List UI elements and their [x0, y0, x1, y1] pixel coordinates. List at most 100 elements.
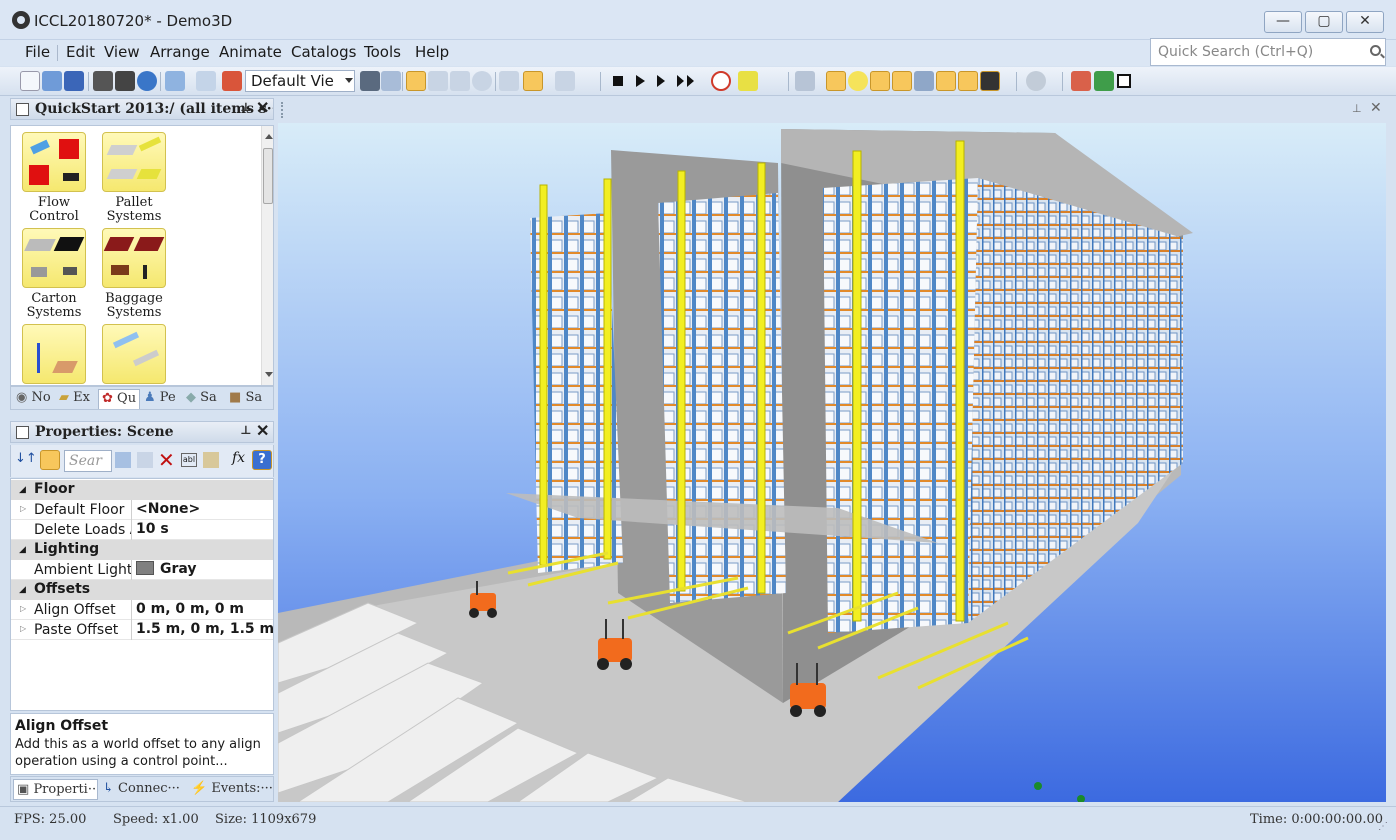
menu-animate[interactable]: Animate: [215, 42, 286, 62]
sort-icon[interactable]: ↓↑: [15, 451, 37, 466]
categorized-icon[interactable]: [40, 450, 60, 470]
search-icon[interactable]: [1370, 45, 1381, 56]
property-align-offset[interactable]: ▷ Align Offset 0 m, 0 m, 0 m: [11, 600, 273, 620]
edit-script-icon[interactable]: [196, 71, 216, 91]
quick-search-input[interactable]: Quick Search (Ctrl+Q): [1150, 38, 1386, 66]
save-icon[interactable]: [64, 71, 84, 91]
fast-forward-icon[interactable]: [674, 71, 694, 91]
run-script-icon[interactable]: [826, 71, 846, 91]
move-icon[interactable]: [428, 71, 448, 91]
step-icon[interactable]: [652, 71, 672, 91]
play-icon[interactable]: [630, 71, 650, 91]
menu-edit[interactable]: Edit: [62, 42, 99, 62]
default-floor-value[interactable]: <None>: [131, 500, 273, 520]
eyedropper-icon[interactable]: [1094, 71, 1114, 91]
clapperboard-icon[interactable]: [93, 71, 113, 91]
tab-quickstart[interactable]: ✿ Qu: [98, 389, 141, 409]
tab-events[interactable]: ⚡ Events:···: [188, 779, 272, 800]
tab-samples-2[interactable]: ■ Sa: [226, 389, 265, 409]
catalog-item-5[interactable]: [13, 324, 95, 385]
menu-view[interactable]: View: [100, 42, 144, 62]
align-offset-value[interactable]: 0 m, 0 m, 0 m: [131, 600, 273, 620]
pen-tool-icon[interactable]: [381, 71, 401, 91]
close-icon[interactable]: ✕: [1370, 100, 1382, 116]
menu-catalogs[interactable]: Catalogs: [287, 42, 360, 62]
property-delete-loads[interactable]: Delete Loads A 10 s: [11, 520, 273, 540]
eraser-icon[interactable]: [738, 71, 758, 91]
category-lighting[interactable]: ◢ Lighting: [11, 540, 273, 560]
function-icon[interactable]: fx: [232, 450, 245, 466]
view-select[interactable]: Default Vie: [245, 70, 355, 92]
catalog-scrollbar[interactable]: [261, 126, 273, 385]
paste-offset-value[interactable]: 1.5 m, 0 m, 1.5 m: [131, 620, 273, 640]
resize-grip-icon[interactable]: ⋰: [1378, 821, 1388, 832]
connector-b-icon[interactable]: [892, 71, 912, 91]
property-pages-icon[interactable]: [115, 452, 131, 468]
tab-samples-1[interactable]: ◆ Sa: [183, 389, 220, 409]
rectangle-icon[interactable]: [1117, 74, 1131, 88]
warehouse-scene[interactable]: [278, 123, 1386, 802]
property-default-floor[interactable]: ▷ Default Floor <None>: [11, 500, 273, 520]
loader-icon[interactable]: [958, 71, 978, 91]
tab-people[interactable]: ♟ Pe: [141, 389, 179, 409]
text-field-icon[interactable]: abl: [181, 453, 197, 467]
expand-icon[interactable]: ▷: [20, 504, 26, 513]
help-icon[interactable]: ?: [252, 450, 272, 470]
category-floor[interactable]: ◢ Floor: [11, 480, 273, 500]
minimize-button[interactable]: —: [1264, 11, 1302, 33]
catalog-item-baggage-systems[interactable]: Baggage Systems: [93, 228, 175, 320]
close-icon[interactable]: ✕: [256, 99, 269, 117]
binoculars-icon[interactable]: [360, 71, 380, 91]
connector-a-icon[interactable]: [870, 71, 890, 91]
property-paste-offset[interactable]: ▷ Paste Offset 1.5 m, 0 m, 1.5 m: [11, 620, 273, 640]
tab-properties[interactable]: ▣ Properti···: [13, 779, 98, 800]
pin-icon[interactable]: ⊥: [240, 423, 252, 437]
record-icon[interactable]: [711, 71, 731, 91]
home-scene-icon[interactable]: [222, 71, 242, 91]
property-search-input[interactable]: Sear: [64, 450, 112, 472]
color-swatch[interactable]: [136, 561, 154, 575]
menu-file[interactable]: File: [21, 42, 54, 62]
chain-icon[interactable]: [1026, 71, 1046, 91]
tab-notes[interactable]: ◉ No: [13, 389, 54, 409]
maximize-button[interactable]: ▢: [1305, 11, 1343, 33]
expand-icon[interactable]: ▷: [20, 604, 26, 613]
paint-bucket-icon[interactable]: [1071, 71, 1091, 91]
grip-icon[interactable]: [281, 102, 283, 118]
snap-icon[interactable]: [499, 71, 519, 91]
copy-box-icon[interactable]: [555, 71, 575, 91]
menu-arrange[interactable]: Arrange: [146, 42, 214, 62]
link-icon[interactable]: [795, 71, 815, 91]
catalog-item-flow-control[interactable]: Flow Control: [13, 132, 95, 224]
tab-connectors[interactable]: ↳ Connec···: [100, 779, 186, 800]
select-pointer-icon[interactable]: [406, 71, 426, 91]
pin-icon[interactable]: ⊥: [240, 100, 252, 114]
close-icon[interactable]: ✕: [256, 422, 269, 440]
measure-icon[interactable]: [450, 71, 470, 91]
catalog-item-6[interactable]: [93, 324, 175, 385]
node-icon[interactable]: [936, 71, 956, 91]
app-gear-icon[interactable]: [12, 11, 30, 29]
pin-icon[interactable]: ⊥: [1352, 102, 1362, 115]
scroll-thumb[interactable]: [263, 148, 273, 204]
catalog-item-pallet-systems[interactable]: Pallet Systems: [93, 132, 175, 224]
scroll-up-icon[interactable]: [265, 134, 273, 139]
expand-icon[interactable]: ▷: [20, 624, 26, 633]
menu-tools[interactable]: Tools: [360, 42, 405, 62]
catalog-item-carton-systems[interactable]: Carton Systems: [13, 228, 95, 320]
category-offsets[interactable]: ◢ Offsets: [11, 580, 273, 600]
window-layout-icon[interactable]: [165, 71, 185, 91]
texture-icon[interactable]: [980, 71, 1000, 91]
robot-icon[interactable]: [914, 71, 934, 91]
tab-explorer[interactable]: ▰ Ex: [56, 389, 93, 409]
stop-icon[interactable]: [608, 71, 628, 91]
menu-help[interactable]: Help: [411, 42, 453, 62]
new-document-icon[interactable]: [20, 71, 40, 91]
scroll-down-icon[interactable]: [265, 372, 273, 377]
3d-viewport[interactable]: [278, 123, 1386, 802]
globe-icon[interactable]: [137, 71, 157, 91]
lightbulb-icon[interactable]: [848, 71, 868, 91]
edit-list-icon[interactable]: [137, 452, 153, 468]
ambient-light-value[interactable]: Gray: [131, 560, 273, 580]
delete-loads-value[interactable]: 10 s: [131, 520, 273, 540]
